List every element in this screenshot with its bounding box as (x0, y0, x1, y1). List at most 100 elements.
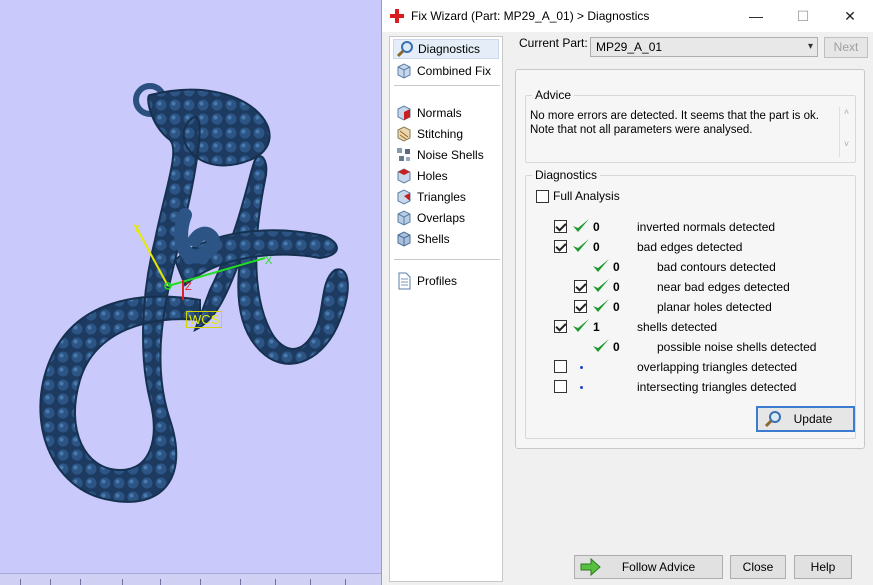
nav-item-label: Profiles (417, 274, 458, 288)
green-check-icon (593, 279, 609, 292)
next-button[interactable]: Next (824, 37, 868, 58)
nav-item-triangles[interactable]: Triangles (393, 187, 499, 207)
shells-icon (397, 231, 411, 247)
diagnostic-checkbox[interactable] (554, 320, 567, 333)
scroll-down-icon[interactable]: ˅ (840, 139, 853, 149)
green-check-icon (573, 219, 589, 232)
status-dot-icon (580, 366, 583, 369)
nav-item-shells[interactable]: Shells (393, 229, 499, 249)
diagnostics-panel: Advice No more errors are detected. It s… (515, 69, 865, 449)
diagnostic-label: possible noise shells detected (657, 340, 817, 354)
nav-item-label: Shells (417, 232, 450, 246)
scroll-up-icon[interactable]: ˄ (840, 107, 853, 117)
diagnostic-count: 0 (613, 300, 620, 314)
nav-item-normals[interactable]: Normals (393, 103, 499, 123)
nav-item-profiles[interactable]: Profiles (393, 271, 499, 291)
normals-cube-icon (397, 105, 411, 121)
green-arrow-icon (580, 558, 601, 576)
update-label: Update (793, 412, 833, 426)
diagnostic-count: 0 (593, 220, 600, 234)
diagnostic-count: 0 (613, 260, 620, 274)
follow-advice-button[interactable]: Follow Advice (574, 555, 723, 579)
x-axis-label: X (265, 255, 273, 267)
diagnostic-checkbox[interactable] (554, 380, 567, 393)
nav-item-diagnostics[interactable]: Diagnostics (393, 39, 499, 59)
diagnostic-label: inverted normals detected (637, 220, 776, 234)
diagnostic-count: 0 (613, 280, 620, 294)
nav-item-label: Triangles (417, 190, 466, 204)
ruler (0, 573, 382, 585)
nav-item-noise-shells[interactable]: Noise Shells (393, 145, 499, 165)
nav-item-label: Noise Shells (417, 148, 484, 162)
minimize-button[interactable]: — (733, 0, 779, 32)
noise-shells-icon (397, 148, 410, 161)
full-analysis-label: Full Analysis (553, 189, 620, 203)
chevron-down-icon: ▾ (807, 41, 813, 52)
nav-item-label: Diagnostics (418, 42, 481, 56)
nav-item-stitching[interactable]: Stitching (393, 124, 499, 144)
diagnostic-label: shells detected (637, 320, 718, 334)
diagnostic-checkbox[interactable] (574, 280, 587, 293)
close-button[interactable]: Close (730, 555, 786, 579)
magnifier-icon (764, 411, 781, 428)
nav-item-label: Combined Fix (417, 64, 492, 78)
diagnostic-checkbox[interactable] (574, 300, 587, 313)
letter-model: Y X Z (39, 83, 349, 503)
nav-item-label: Normals (417, 106, 462, 120)
fix-wizard-dialog: Fix Wizard (Part: MP29_A_01) > Diagnosti… (381, 0, 873, 585)
nav-item-label: Holes (417, 169, 448, 183)
green-check-icon (593, 339, 609, 352)
diagnostic-checkbox[interactable] (554, 360, 567, 373)
help-button[interactable]: Help (794, 555, 852, 579)
diagnostic-checkbox[interactable] (554, 240, 567, 253)
red-cross-icon (390, 9, 404, 23)
diagnostics-title: Diagnostics (532, 168, 601, 182)
diagnostic-label: bad edges detected (637, 240, 743, 254)
nav-item-label: Overlaps (417, 211, 466, 225)
magnifier-icon (396, 41, 413, 58)
green-check-icon (593, 299, 609, 312)
current-part-value: MP29_A_01 (596, 40, 663, 54)
close-window-button[interactable]: ✕ (827, 0, 873, 32)
diagnostic-label: planar holes detected (657, 300, 772, 314)
overlaps-icon (397, 210, 411, 226)
z-axis-label: Z (185, 281, 192, 293)
3d-viewport[interactable]: Y X Z WCS (0, 0, 382, 585)
diagnostic-count: 1 (593, 320, 600, 334)
diagnostic-label: overlapping triangles detected (637, 360, 798, 374)
diagnostic-count: 0 (593, 240, 600, 254)
triangles-icon (397, 189, 411, 205)
update-button[interactable]: Update (756, 406, 855, 432)
advice-scrollbar[interactable]: ˄ ˅ (839, 107, 853, 157)
advice-group: Advice No more errors are detected. It s… (525, 88, 856, 163)
title-bar[interactable]: Fix Wizard (Part: MP29_A_01) > Diagnosti… (382, 0, 873, 32)
window-title: Fix Wizard (Part: MP29_A_01) > Diagnosti… (411, 9, 650, 23)
advice-text: No more errors are detected. It seems th… (530, 110, 819, 136)
diagnostic-label: bad contours detected (657, 260, 776, 274)
nav-item-combined-fix[interactable]: Combined Fix (393, 61, 499, 81)
diagnostic-checkbox[interactable] (554, 220, 567, 233)
diagnostic-label: intersecting triangles detected (637, 380, 797, 394)
status-dot-icon (580, 386, 583, 389)
green-check-icon (573, 239, 589, 252)
full-analysis-checkbox[interactable] (536, 190, 549, 203)
green-check-icon (573, 319, 589, 332)
diagnostics-group: Diagnostics Full Analysis 0 inverted norm… (525, 168, 856, 439)
fix-nav-panel: Diagnostics Combined Fix Normals Stitchi… (389, 36, 503, 582)
nav-item-overlaps[interactable]: Overlaps (393, 208, 499, 228)
y-axis-label: Y (133, 223, 141, 235)
nav-item-label: Stitching (417, 127, 464, 141)
maximize-button[interactable]: ☐ (780, 0, 826, 32)
diagnostic-label: near bad edges detected (657, 280, 790, 294)
nav-item-holes[interactable]: Holes (393, 166, 499, 186)
stitching-icon (397, 126, 411, 142)
follow-advice-label: Follow Advice (621, 560, 696, 574)
advice-title: Advice (532, 88, 575, 102)
document-icon (398, 272, 411, 290)
wcs-label: WCS (186, 311, 223, 328)
current-part-select[interactable]: MP29_A_01 ▾ (590, 37, 818, 57)
diagnostic-count: 0 (613, 340, 620, 354)
holes-icon (397, 168, 411, 184)
cube-icon (397, 63, 411, 79)
green-check-icon (593, 259, 609, 272)
